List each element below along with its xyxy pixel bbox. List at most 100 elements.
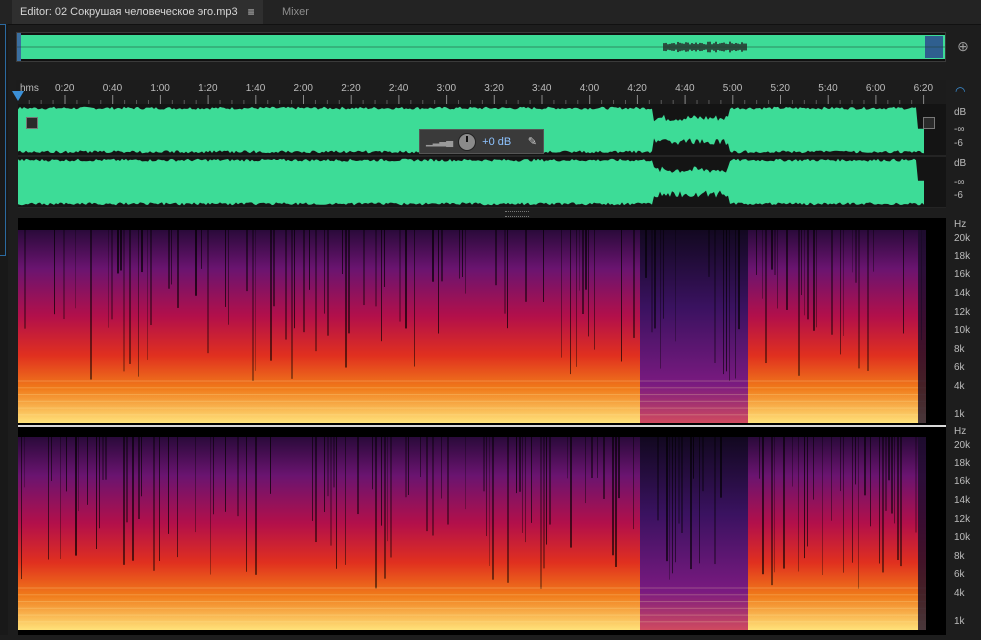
tab-editor-label: Editor: 02 Сокрушая человеческое эго.mp3 bbox=[20, 6, 238, 18]
spectrogram-tail bbox=[918, 437, 926, 630]
spectrogram-streak bbox=[858, 230, 860, 369]
spectrogram-streak bbox=[66, 437, 67, 492]
spectrogram-streak bbox=[531, 437, 532, 523]
spectrogram-streak bbox=[588, 230, 589, 337]
spectrogram-streak bbox=[399, 230, 401, 322]
time-ruler[interactable]: hms 0:20 0:40 1:00 1:20 1:40 2:00 2:20 2:40 3:00… bbox=[16, 80, 946, 104]
tab-mixer[interactable]: Mixer bbox=[270, 0, 321, 24]
spectrogram-streak bbox=[507, 230, 508, 329]
pin-icon[interactable]: ✎ bbox=[528, 135, 537, 148]
spectrogram-streak bbox=[519, 437, 521, 492]
spectrogram-streak bbox=[804, 437, 805, 559]
spectrogram-streak bbox=[138, 230, 139, 377]
hz-label: 20k bbox=[954, 233, 971, 244]
spectrogram bbox=[18, 230, 946, 630]
spectrogram-streak bbox=[792, 437, 793, 487]
overview-navigator[interactable] bbox=[16, 32, 946, 62]
spectrogram-streak bbox=[408, 437, 409, 495]
spectral-display[interactable] bbox=[18, 218, 946, 635]
waveform-channels bbox=[18, 106, 946, 209]
spectrogram-streak bbox=[645, 230, 647, 278]
spectrogram-streak bbox=[75, 230, 76, 309]
spectrogram-band bbox=[18, 387, 926, 389]
spectrogram-streak bbox=[324, 437, 325, 513]
spectrogram-streak bbox=[885, 437, 887, 511]
spectrogram-streak bbox=[492, 437, 494, 580]
spectrogram-streak bbox=[663, 230, 664, 319]
spectrogram-streak bbox=[783, 437, 785, 569]
ruler-ticks bbox=[28, 95, 925, 104]
spectrogram-streak bbox=[303, 230, 305, 333]
spectrogram-streak bbox=[822, 437, 823, 576]
spectrogram-streak bbox=[852, 437, 853, 563]
fade-out-handle[interactable] bbox=[923, 117, 935, 129]
spectrogram-streak bbox=[867, 230, 869, 371]
panel-splitter[interactable] bbox=[505, 211, 529, 217]
spectrogram-streak bbox=[120, 230, 122, 271]
spectrogram-streak bbox=[522, 437, 523, 533]
spectrogram-streak bbox=[330, 437, 332, 546]
spectrogram-streak bbox=[651, 230, 653, 333]
spectrogram-streak bbox=[804, 230, 805, 316]
zoom-icon[interactable]: ⊕ bbox=[952, 38, 974, 60]
spectrogram-streak bbox=[342, 230, 343, 275]
volume-hud[interactable]: ▁▂▃▄ +0 dB ✎ bbox=[419, 129, 544, 154]
spectrogram-streak bbox=[660, 230, 661, 369]
level-meter-icon: ▁▂▃▄ bbox=[426, 136, 453, 147]
spectrogram-band bbox=[18, 601, 926, 603]
hamburger-icon[interactable]: ≡ bbox=[248, 0, 255, 24]
spectrogram-streak bbox=[816, 230, 817, 328]
spectrogram-streak bbox=[567, 437, 568, 479]
spectrogram-streak bbox=[75, 437, 77, 556]
spectrogram-streak bbox=[840, 230, 841, 355]
spectrogram-streak bbox=[540, 437, 542, 589]
waveform-channel-2 bbox=[18, 158, 924, 206]
volume-knob[interactable] bbox=[458, 132, 477, 151]
spectrogram-streak bbox=[438, 230, 439, 334]
spectrogram-streak bbox=[102, 437, 104, 480]
spectrogram-streak bbox=[633, 230, 635, 338]
spectrogram-streak bbox=[507, 437, 509, 583]
spectrogram-streak bbox=[159, 437, 160, 562]
spectrogram-streak bbox=[762, 437, 764, 575]
spectrogram-streak bbox=[48, 437, 49, 560]
tab-editor[interactable]: Editor: 02 Сокрушая человеческое эго.mp3… bbox=[12, 0, 263, 24]
spectrogram-streak bbox=[897, 437, 899, 561]
fade-in-handle[interactable] bbox=[26, 117, 38, 129]
spectrogram-streak bbox=[888, 437, 890, 481]
db-scale: dB -∞ -6 dB -∞ -6 bbox=[946, 104, 981, 208]
spectrogram-streak bbox=[654, 230, 656, 329]
spectrogram-streak bbox=[141, 437, 142, 497]
spectrogram-streak bbox=[669, 437, 670, 580]
db-neg-inf-ch2: -∞ bbox=[954, 177, 965, 188]
spectrogram-streak bbox=[894, 437, 895, 524]
playhead-icon[interactable] bbox=[12, 91, 24, 101]
spectrogram-streak bbox=[363, 230, 365, 306]
spectrogram-streak bbox=[735, 230, 736, 379]
spectrogram-streak bbox=[633, 437, 634, 530]
hz-label: 6k bbox=[954, 362, 965, 373]
headphones-icon[interactable]: ◠ bbox=[955, 84, 969, 98]
spectrogram-streak bbox=[63, 230, 65, 320]
waveform-display[interactable] bbox=[18, 104, 946, 209]
spectrogram-streak bbox=[273, 230, 275, 307]
spectrogram-band bbox=[18, 407, 926, 409]
spectrogram-streak bbox=[441, 230, 443, 282]
spectrogram-streak bbox=[765, 230, 767, 364]
spectrogram-streak bbox=[675, 230, 676, 342]
spectrogram-streak bbox=[432, 437, 434, 536]
hz-label: 8k bbox=[954, 344, 965, 355]
hz-label: 4k bbox=[954, 588, 965, 599]
spectrogram-streak bbox=[855, 230, 857, 283]
hz-label: 14k bbox=[954, 495, 971, 506]
spectrogram-streak bbox=[138, 437, 140, 520]
spectrogram-streak bbox=[228, 230, 229, 325]
spectrogram-streak bbox=[312, 437, 313, 521]
spectrogram-streak bbox=[324, 230, 325, 314]
spectrogram-streak bbox=[168, 230, 170, 289]
spectrogram-streak bbox=[729, 230, 730, 382]
spectrogram-streak bbox=[723, 230, 724, 375]
hz-label: 16k bbox=[954, 269, 971, 280]
spectrogram-streak bbox=[858, 437, 859, 589]
spectrogram-streak bbox=[255, 437, 257, 575]
